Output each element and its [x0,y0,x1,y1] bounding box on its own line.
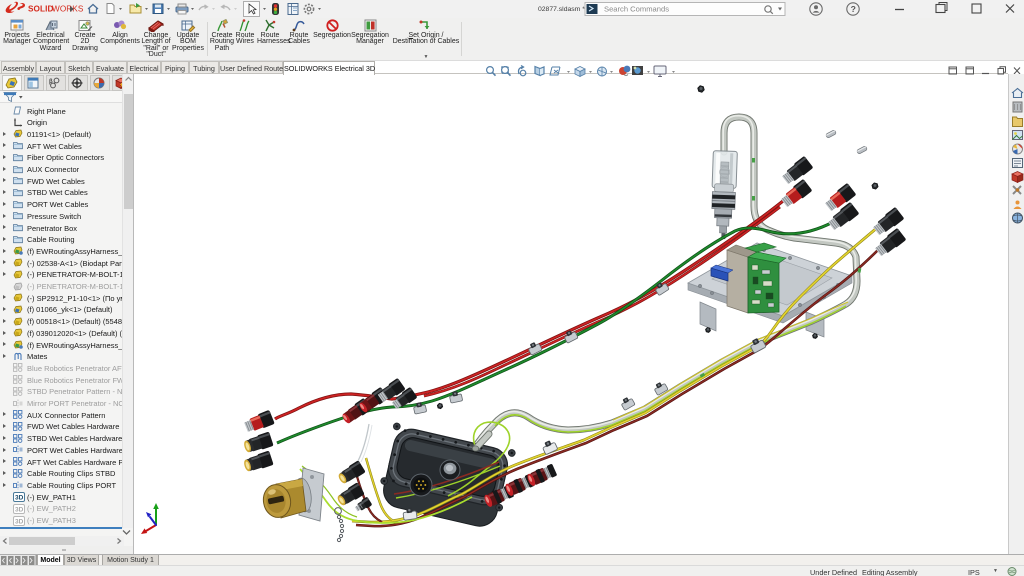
svg-text:3D: 3D [15,518,24,525]
svg-text:?: ? [851,4,856,14]
svg-text:WORKS: WORKS [52,5,84,14]
svg-text:02877.sldasm *: 02877.sldasm * [538,6,585,13]
svg-text:3D: 3D [15,506,24,513]
svg-text:SOLID: SOLID [28,5,54,14]
svg-text:Search Commands: Search Commands [604,5,669,14]
svg-text:3D: 3D [15,495,24,502]
